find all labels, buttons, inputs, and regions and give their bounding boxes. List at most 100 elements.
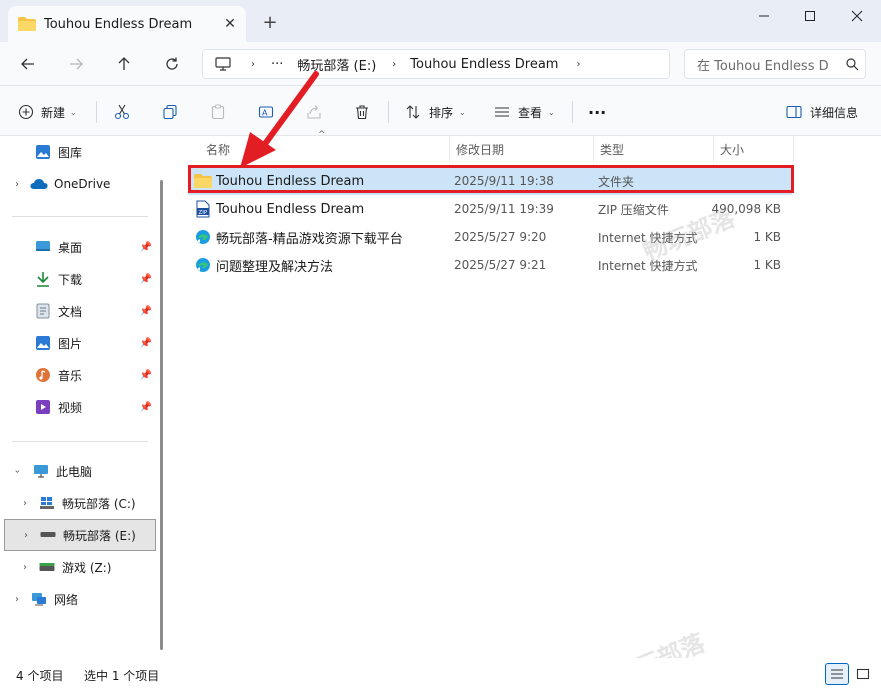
new-button[interactable]: 新建 ⌄ xyxy=(18,99,77,125)
sort-button[interactable]: 排序 ⌄ xyxy=(405,99,466,125)
close-window-button[interactable] xyxy=(834,4,880,28)
sidebar-item-drive-e[interactable]: › 畅玩部落 (E:) xyxy=(4,519,156,551)
pin-icon[interactable]: 📌 xyxy=(140,370,152,381)
chevron-right-icon[interactable]: › xyxy=(19,530,33,541)
sidebar-item-pictures[interactable]: 图片 📌 xyxy=(0,327,156,359)
new-tab-button[interactable]: + xyxy=(258,12,282,36)
video-icon xyxy=(34,398,52,416)
status-bar: 4 个项目 选中 1 个项目 xyxy=(0,658,881,689)
sidebar-item-label: 畅玩部落 (E:) xyxy=(63,528,136,543)
sidebar-item-drive-z[interactable]: › 游戏 (Z:) xyxy=(0,551,156,583)
pin-icon[interactable]: 📌 xyxy=(140,242,152,253)
edge-icon xyxy=(194,256,212,274)
column-type-label: 类型 xyxy=(600,142,625,157)
file-name: 问题整理及解决方法 xyxy=(216,259,334,275)
sidebar-item-label: 下载 xyxy=(58,272,83,287)
navigation-bar: › ··· 畅玩部落 (E:) › Touhou Endless Dream ›… xyxy=(0,42,881,86)
refresh-button[interactable] xyxy=(158,52,186,76)
minimize-button[interactable] xyxy=(741,4,787,28)
sidebar-item-label: 音乐 xyxy=(58,368,83,383)
tab-close-button[interactable]: ✕ xyxy=(218,12,242,36)
file-name: Touhou Endless Dream xyxy=(216,201,365,217)
svg-text:A: A xyxy=(262,109,268,118)
tiles-view-button[interactable] xyxy=(851,663,875,685)
navigation-pane: 图库 › OneDrive 桌面 📌 下载 📌 文档 📌 图片 📌 音乐 📌 视… xyxy=(0,136,172,658)
pin-icon[interactable]: 📌 xyxy=(140,274,152,285)
title-bar: Touhou Endless Dream ✕ + xyxy=(0,0,881,42)
search-icon xyxy=(839,57,865,71)
cloud-icon xyxy=(30,175,48,193)
file-name: 畅玩部落-精品游戏资源下载平台 xyxy=(216,231,403,247)
chevron-right-icon[interactable]: › xyxy=(18,562,32,573)
sidebar-item-documents[interactable]: 文档 📌 xyxy=(0,295,156,327)
chevron-down-icon: ⌄ xyxy=(459,107,466,117)
breadcrumb-drive[interactable]: 畅玩部落 (E:) xyxy=(297,55,376,74)
maximize-button[interactable] xyxy=(787,4,833,28)
column-header: 名称 ^ 修改日期 类型 大小 xyxy=(186,130,796,162)
copy-icon xyxy=(163,104,177,120)
column-name-label: 名称 xyxy=(206,142,231,157)
column-size-label: 大小 xyxy=(720,142,745,157)
window-tab[interactable]: Touhou Endless Dream ✕ xyxy=(8,6,246,42)
network-icon xyxy=(30,590,48,608)
sidebar-item-desktop[interactable]: 桌面 📌 xyxy=(0,231,156,263)
pin-icon[interactable]: 📌 xyxy=(140,306,152,317)
sidebar-item-label: OneDrive xyxy=(54,177,111,191)
sidebar-item-music[interactable]: 音乐 📌 xyxy=(0,359,156,391)
chevron-right-icon[interactable]: › xyxy=(10,179,24,190)
sidebar-item-downloads[interactable]: 下载 📌 xyxy=(0,263,156,295)
sidebar-item-label: 图库 xyxy=(58,145,83,160)
details-view-button[interactable] xyxy=(825,663,849,685)
sidebar-item-label: 此电脑 xyxy=(56,464,93,479)
details-pane-button[interactable]: 详细信息 xyxy=(786,99,858,125)
arrow-up-icon xyxy=(118,57,130,70)
column-size[interactable]: 大小 xyxy=(714,136,794,162)
address-bar[interactable]: › ··· 畅玩部落 (E:) › Touhou Endless Dream › xyxy=(202,49,670,79)
table-row[interactable]: 问题整理及解决方法 2025/5/27 9:21 Internet 快捷方式 1… xyxy=(188,251,792,279)
breadcrumb-more[interactable]: ··· xyxy=(271,57,283,72)
arrow-left-icon xyxy=(21,58,34,70)
view-button[interactable]: 查看 ⌄ xyxy=(494,99,555,125)
gallery-icon xyxy=(34,143,52,161)
delete-button[interactable] xyxy=(354,99,370,125)
sidebar-scrollbar[interactable] xyxy=(160,180,163,650)
pin-icon[interactable]: 📌 xyxy=(140,402,152,413)
tiles-view-icon xyxy=(856,668,870,680)
column-date-label: 修改日期 xyxy=(456,142,505,157)
column-name[interactable]: 名称 ^ xyxy=(186,130,450,162)
breadcrumb-folder[interactable]: Touhou Endless Dream xyxy=(410,57,558,72)
zip-icon: ZIP xyxy=(194,200,212,218)
more-options-button[interactable]: ··· xyxy=(588,99,606,125)
search-input[interactable]: 在 Touhou Endless D xyxy=(697,55,839,74)
forward-button[interactable] xyxy=(62,52,90,76)
computer-icon xyxy=(32,462,50,480)
sidebar-item-network[interactable]: › 网络 xyxy=(0,583,156,615)
column-date[interactable]: 修改日期 xyxy=(450,136,594,162)
sidebar-item-label: 网络 xyxy=(54,592,79,607)
plus-circle-icon xyxy=(18,104,34,120)
chevron-right-icon[interactable]: › xyxy=(10,594,24,605)
sidebar-item-videos[interactable]: 视频 📌 xyxy=(0,391,156,423)
sidebar-item-this-pc[interactable]: › 此电脑 xyxy=(0,455,156,487)
chevron-right-icon[interactable]: › xyxy=(18,498,32,509)
copy-button[interactable] xyxy=(162,99,178,125)
chevron-down-icon[interactable]: › xyxy=(12,464,23,478)
rename-button[interactable]: A xyxy=(258,99,274,125)
pin-icon[interactable]: 📌 xyxy=(140,338,152,349)
share-button[interactable] xyxy=(306,99,322,125)
minimize-icon xyxy=(759,15,769,17)
file-date: 2025/9/11 19:39 xyxy=(454,202,554,216)
sidebar-item-gallery[interactable]: 图库 xyxy=(0,136,156,168)
sidebar-item-drive-c[interactable]: › 畅玩部落 (C:) xyxy=(0,487,156,519)
file-list: 名称 ^ 修改日期 类型 大小 Touhou Endless Dream 202… xyxy=(172,130,881,658)
sidebar-item-onedrive[interactable]: › OneDrive xyxy=(0,168,156,200)
trash-icon xyxy=(356,105,368,120)
paste-button[interactable] xyxy=(210,99,226,125)
search-box[interactable]: 在 Touhou Endless D xyxy=(684,49,866,79)
cut-button[interactable] xyxy=(114,99,130,125)
back-button[interactable] xyxy=(14,52,42,76)
file-date: 2025/5/27 9:20 xyxy=(454,230,547,244)
document-icon xyxy=(34,302,52,320)
up-button[interactable] xyxy=(110,52,138,76)
column-type[interactable]: 类型 xyxy=(594,136,714,162)
